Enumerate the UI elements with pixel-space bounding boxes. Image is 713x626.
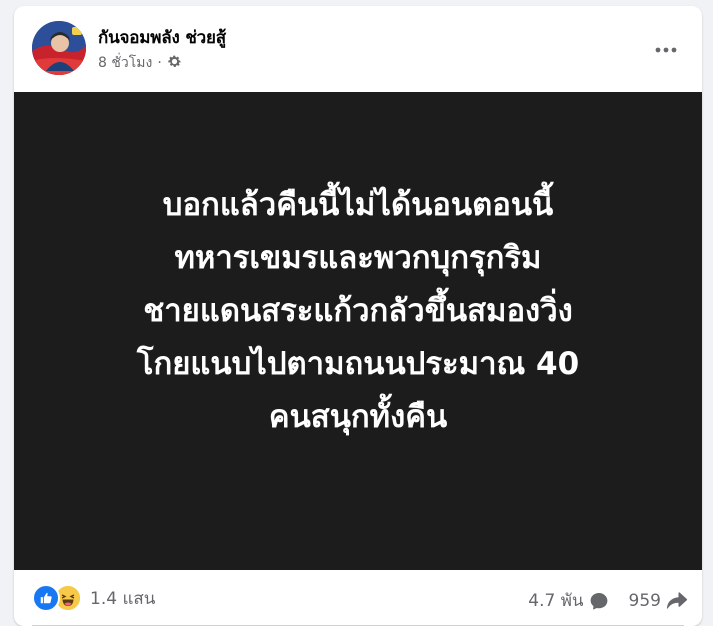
post-time[interactable]: 8 ชั่วโมง (98, 52, 152, 74)
media-line: คนสนุกทั้งคืน (268, 398, 448, 435)
post-meta: 8 ชั่วโมง · (98, 52, 182, 74)
author-avatar[interactable] (32, 21, 86, 75)
meta-separator: · (157, 55, 162, 71)
more-options-button[interactable] (648, 32, 684, 68)
share-count: 959 (628, 590, 661, 611)
like-icon (32, 584, 60, 612)
media-line: บอกแล้วคืนนี้ไม่ได้นอนตอนนี้ (162, 186, 554, 223)
post-media-text[interactable]: บอกแล้วคืนนี้ไม่ได้นอนตอนนี้ ทหารเขมรและ… (14, 92, 702, 570)
reactions-summary[interactable]: 1.4 แสน (32, 584, 155, 612)
engagement-stats: 4.7 พัน 959 (528, 587, 688, 614)
comment-count: 4.7 พัน (528, 591, 584, 611)
post-footer: 1.4 แสน 4.7 พัน 959 (14, 570, 702, 626)
gear-icon[interactable] (167, 54, 182, 73)
comment-icon (590, 592, 607, 609)
media-line: โกยแนบไปตามถนนประมาณ 40 (136, 345, 580, 382)
media-line: ทหารเขมรและพวกบุกรุกริม (174, 239, 542, 276)
reaction-count: 1.4 แสน (90, 588, 156, 609)
author-name[interactable]: กันจอมพลัง ช่วยสู้ (98, 24, 226, 51)
share-icon (666, 591, 688, 609)
post-header: กันจอมพลัง ช่วยสู้ 8 ชั่วโมง · (14, 6, 702, 90)
shares-stat[interactable]: 959 (629, 591, 688, 611)
comments-stat[interactable]: 4.7 พัน (528, 587, 608, 614)
media-caption: บอกแล้วคืนนี้ไม่ได้นอนตอนนี้ ทหารเขมรและ… (48, 179, 668, 444)
media-line: ชายแดนสระแก้วกลัวขึ้นสมองวิ่ง (143, 292, 573, 329)
post-card: กันจอมพลัง ช่วยสู้ 8 ชั่วโมง · บอกแล้วคื… (14, 6, 702, 626)
more-options-icon (655, 47, 677, 53)
